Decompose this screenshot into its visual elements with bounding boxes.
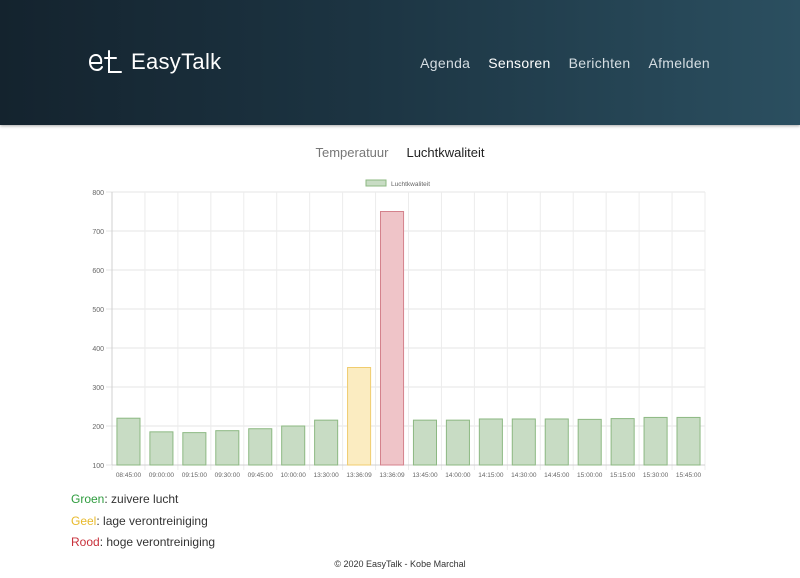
- legend-color-label: Geel: [71, 513, 97, 528]
- y-tick-label: 600: [92, 268, 104, 275]
- tab-temperatuur[interactable]: Temperatuur: [315, 145, 388, 160]
- bar-13-45-00: [412, 419, 438, 466]
- legend-line-geel: Geel: lage verontreiniging: [71, 514, 215, 536]
- x-tick-label: 14:00:00: [445, 472, 471, 479]
- legend-color-label: Groen: [71, 492, 105, 506]
- bar-13-36-09: [347, 367, 372, 466]
- bar-13-30-00: [314, 419, 339, 466]
- bar-09-00-00: [149, 431, 174, 466]
- x-tick-label: 15:00:00: [577, 472, 603, 479]
- x-tick-label: 09:15:00: [182, 472, 208, 479]
- main-nav: Agenda Sensoren Berichten Afmelden: [420, 55, 710, 71]
- legend-description: : lage verontreiniging: [96, 513, 208, 528]
- bar-09-15-00: [182, 432, 207, 466]
- legend-description: : zuivere lucht: [104, 492, 179, 506]
- air-quality-legend: Groen: zuivere lucht Geel: lage verontrei…: [71, 492, 215, 557]
- tab-luchtkwaliteit[interactable]: Luchtkwaliteit: [406, 145, 484, 160]
- legend-color-label: Rood: [71, 535, 100, 549]
- bar-14-15-00: [478, 418, 503, 466]
- y-tick-label: 200: [92, 424, 104, 431]
- x-tick-label: 08:45:00: [116, 472, 142, 479]
- x-tick-label: 09:00:00: [149, 472, 175, 479]
- y-tick-label: 400: [92, 346, 104, 353]
- x-tick-label: 15:30:00: [643, 472, 669, 479]
- x-tick-label: 14:15:00: [478, 472, 504, 479]
- air-quality-chart: 100 200 300 400 500 600 700 800 08:45:00 09:00:00…: [92, 179, 706, 479]
- x-tick-label: 15:45:00: [676, 472, 702, 479]
- y-tick-label: 700: [92, 229, 104, 236]
- x-tick-label: 10:00:00: [281, 472, 307, 479]
- nav-afmelden[interactable]: Afmelden: [648, 55, 710, 71]
- x-tick-label: 13:36:09: [379, 472, 405, 479]
- logo[interactable]: EasyTalk: [88, 46, 221, 78]
- nav-agenda[interactable]: Agenda: [420, 55, 470, 71]
- x-tick-label: 13:36:09: [346, 472, 372, 479]
- x-tick-label: 14:45:00: [544, 472, 570, 479]
- x-tick-label: 15:15:00: [610, 472, 636, 479]
- site-header: EasyTalk Agenda Sensoren Berichten Afmelden: [0, 0, 800, 125]
- bar-14-45-00: [544, 418, 569, 466]
- easytalk-logo-icon: [88, 50, 122, 73]
- bar-09-45-00: [248, 428, 273, 466]
- nav-berichten[interactable]: Berichten: [569, 55, 631, 71]
- x-tick-label: 09:30:00: [215, 472, 241, 479]
- bar-13-36-09: [379, 211, 405, 466]
- bar-15-45-00: [676, 416, 701, 466]
- bar-15-00-00: [577, 418, 602, 466]
- x-tick-label: 14:30:00: [511, 472, 537, 479]
- y-tick-label: 800: [92, 190, 104, 197]
- chart-legend-swatch: [365, 179, 387, 187]
- bar-10-00-00: [281, 425, 306, 466]
- bar-15-30-00: [643, 416, 668, 466]
- bar-09-30-00: [215, 430, 240, 466]
- y-tick-label: 500: [92, 307, 104, 314]
- chart-legend-label: Luchtkwaliteit: [391, 181, 430, 188]
- bar-15-15-00: [610, 418, 635, 466]
- sensor-tabs: Temperatuur Luchtkwaliteit: [0, 145, 800, 160]
- x-tick-label: 13:45:00: [412, 472, 438, 479]
- bar-08-45-00: [116, 417, 141, 466]
- legend-line-groen: Groen: zuivere lucht: [71, 492, 215, 514]
- nav-sensoren[interactable]: Sensoren: [488, 55, 550, 71]
- x-tick-label: 09:45:00: [248, 472, 274, 479]
- logo-text: EasyTalk: [131, 49, 222, 74]
- bar-14-00-00: [445, 419, 470, 466]
- footer: © 2020 EasyTalk - Kobe Marchal: [334, 559, 466, 569]
- legend-line-rood: Rood: hoge verontreiniging: [71, 535, 215, 557]
- y-tick-label: 300: [92, 385, 104, 392]
- bar-14-30-00: [511, 418, 536, 466]
- legend-description: : hoge verontreiniging: [99, 535, 216, 549]
- x-tick-label: 13:30:00: [313, 472, 339, 479]
- y-tick-label: 100: [92, 463, 104, 470]
